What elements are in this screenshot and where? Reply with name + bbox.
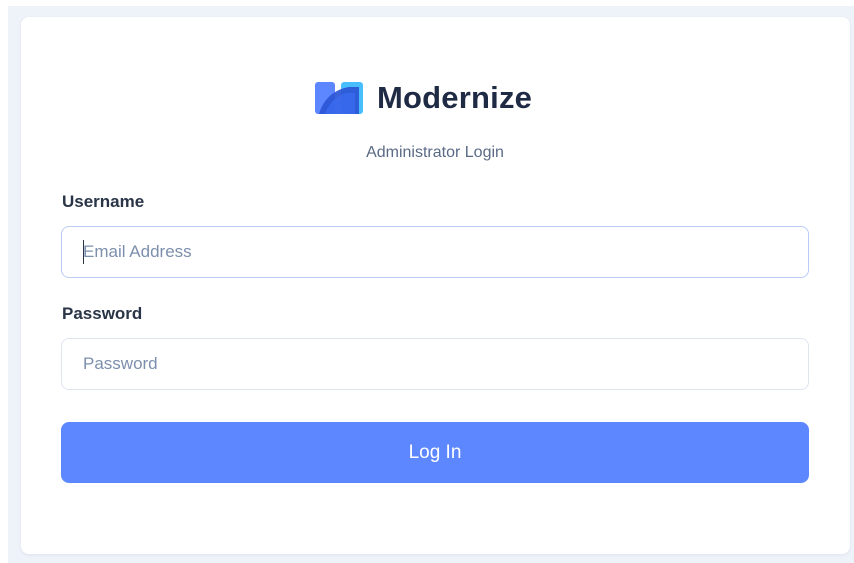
- password-label: Password: [62, 304, 143, 323]
- modernize-logo-icon: [315, 82, 363, 114]
- username-label: Username: [62, 192, 145, 211]
- text-caret: [83, 240, 84, 264]
- login-button[interactable]: Log In: [61, 422, 809, 483]
- username-input[interactable]: [61, 226, 809, 278]
- brand-name: Modernize: [377, 80, 533, 115]
- page-subtitle: Administrator Login: [366, 144, 504, 161]
- brand: Modernize: [315, 80, 532, 116]
- password-input[interactable]: [61, 338, 809, 390]
